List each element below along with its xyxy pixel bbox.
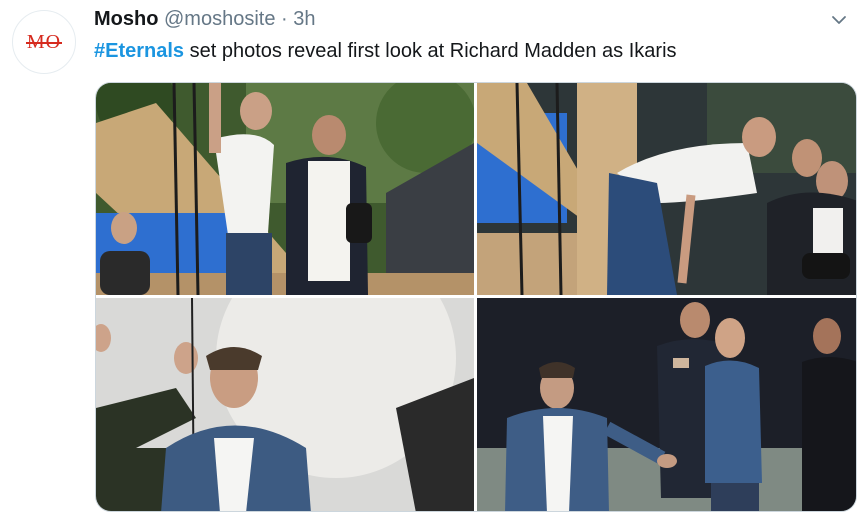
chevron-down-icon[interactable] [829,10,849,30]
timestamp[interactable]: 3h [293,8,315,30]
photo-4[interactable] [477,298,856,511]
author-name[interactable]: Mosho [94,8,158,30]
media-grid [95,82,857,512]
avatar[interactable]: MO [12,10,76,74]
photo-1[interactable] [96,83,474,295]
separator-dot: · [281,8,288,30]
avatar-logo-text: MO [25,30,63,53]
tweet-text: #Eternals set photos reveal first look a… [94,40,677,63]
hashtag-link[interactable]: #Eternals [94,40,184,62]
author-handle[interactable]: @moshosite [164,8,275,30]
tweet-body: set photos reveal first look at Richard … [184,40,677,62]
photo-3[interactable] [96,298,474,511]
tweet-header: Mosho @moshosite · 3h [94,8,316,31]
photo-2[interactable] [477,83,856,295]
